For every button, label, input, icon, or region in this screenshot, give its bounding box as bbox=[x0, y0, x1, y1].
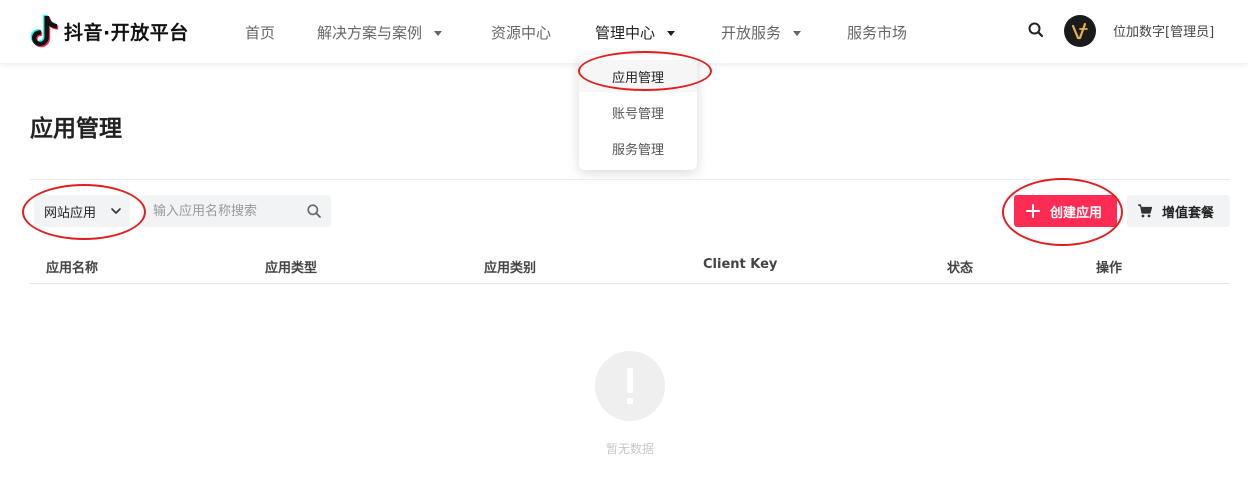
management-dropdown-menu: 应用管理 账号管理 服务管理 bbox=[579, 55, 697, 170]
column-header-app-name: 应用名称 bbox=[46, 261, 99, 276]
menu-item-label: 账号管理 bbox=[611, 106, 664, 122]
nav-item-management[interactable]: 管理中心 bbox=[595, 20, 676, 44]
app-search-box bbox=[141, 195, 331, 227]
menu-item-label: 服务管理 bbox=[611, 142, 664, 158]
menu-item-service-management[interactable]: 服务管理 bbox=[579, 132, 697, 164]
caret-down-icon bbox=[434, 30, 443, 36]
app-type-select-value: 网站应用 bbox=[44, 205, 97, 221]
app-search-input[interactable] bbox=[141, 195, 301, 227]
value-added-package-button[interactable]: 增值套餐 bbox=[1127, 195, 1230, 227]
value-added-package-label: 增值套餐 bbox=[1162, 205, 1215, 221]
caret-down-icon bbox=[667, 30, 676, 36]
menu-item-app-management[interactable]: 应用管理 bbox=[579, 60, 697, 92]
nav-item-solutions[interactable]: 解决方案与案例 bbox=[317, 20, 443, 44]
search-icon[interactable] bbox=[1027, 21, 1045, 39]
column-header-app-type: 应用类型 bbox=[265, 261, 318, 276]
empty-state-icon bbox=[595, 351, 665, 421]
nav-item-label: 管理中心 bbox=[595, 23, 656, 42]
menu-item-label: 应用管理 bbox=[611, 70, 664, 86]
cart-icon bbox=[1138, 204, 1153, 218]
nav-item-marketplace[interactable]: 服务市场 bbox=[847, 20, 907, 44]
nav-item-open-services[interactable]: 开放服务 bbox=[721, 20, 802, 44]
divider bbox=[30, 179, 1230, 180]
caret-down-icon bbox=[793, 30, 802, 36]
nav-item-label: 首页 bbox=[245, 23, 276, 42]
avatar[interactable] bbox=[1064, 15, 1096, 47]
search-icon[interactable] bbox=[306, 203, 322, 219]
page-title: 应用管理 bbox=[30, 116, 122, 142]
create-app-label: 创建应用 bbox=[1050, 205, 1103, 221]
create-app-button[interactable]: 创建应用 bbox=[1014, 195, 1117, 227]
column-header-status: 状态 bbox=[947, 261, 974, 276]
top-navbar: 抖音·开放平台 首页 解决方案与案例 资源中心 管理中心 开放服务 服务市场 位… bbox=[0, 0, 1248, 63]
nav-item-label: 资源中心 bbox=[491, 23, 552, 42]
user-name[interactable]: 位加数字[管理员] bbox=[1113, 21, 1214, 40]
column-header-actions: 操作 bbox=[1096, 261, 1123, 276]
column-header-client-key: Client Key bbox=[703, 257, 778, 272]
column-header-app-category: 应用类别 bbox=[484, 261, 537, 276]
plus-icon bbox=[1026, 204, 1040, 218]
nav-item-label: 解决方案与案例 bbox=[317, 23, 423, 42]
table-header: 应用名称 应用类型 应用类别 Client Key 状态 操作 bbox=[30, 245, 1230, 284]
nav-item-resources[interactable]: 资源中心 bbox=[491, 20, 551, 44]
douyin-logo-icon bbox=[30, 14, 59, 48]
brand-logo[interactable]: 抖音·开放平台 bbox=[30, 14, 189, 48]
chevron-down-icon bbox=[111, 208, 121, 214]
nav-item-label: 开放服务 bbox=[721, 23, 782, 42]
avatar-logo-icon bbox=[1071, 22, 1088, 40]
menu-item-account-management[interactable]: 账号管理 bbox=[579, 96, 697, 128]
app-type-select[interactable]: 网站应用 bbox=[34, 195, 130, 227]
brand-name: 抖音·开放平台 bbox=[64, 21, 189, 44]
exclamation-icon bbox=[627, 368, 633, 404]
empty-state-text: 暂无数据 bbox=[605, 442, 654, 456]
nav-item-label: 服务市场 bbox=[847, 23, 908, 42]
nav-item-home[interactable]: 首页 bbox=[245, 20, 275, 44]
